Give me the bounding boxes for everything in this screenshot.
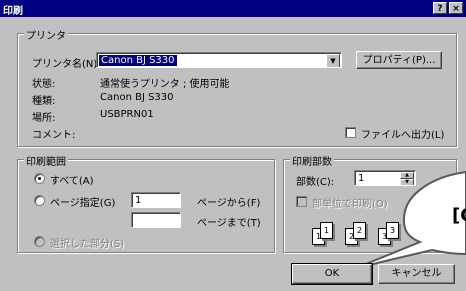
callout-text: [O — [452, 205, 466, 226]
ok-button[interactable]: OK — [291, 263, 373, 285]
callout-shape — [355, 170, 466, 269]
cancel-button[interactable]: キャンセル — [378, 264, 455, 284]
callout-bubble — [355, 170, 466, 269]
